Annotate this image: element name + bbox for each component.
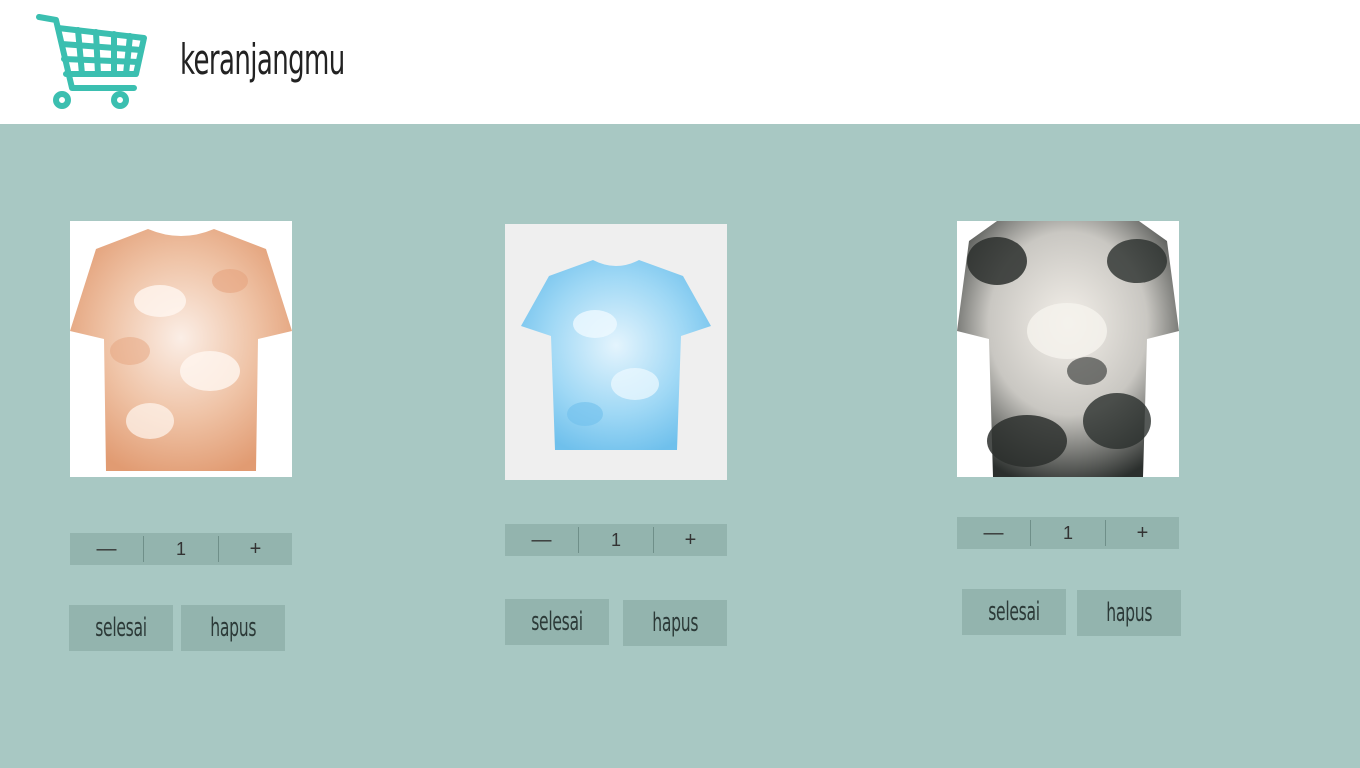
plus-icon[interactable]: + — [219, 533, 292, 565]
plus-icon[interactable]: + — [1106, 517, 1179, 549]
app-header: keranjangmu — [0, 0, 1360, 124]
product-image[interactable] — [505, 224, 727, 480]
cart-list: — 1 + selesai hapus — 1 + selesai hapus … — [0, 124, 1360, 768]
delete-button[interactable]: hapus — [623, 600, 727, 646]
product-image[interactable] — [957, 221, 1179, 477]
shopping-cart-icon[interactable] — [36, 14, 148, 110]
done-button-label: selesai — [95, 613, 147, 643]
quantity-value[interactable]: 1 — [1031, 517, 1105, 549]
tshirt-image — [957, 221, 1179, 477]
product-image[interactable] — [70, 221, 292, 477]
quantity-stepper: — 1 + — [70, 533, 292, 565]
delete-button[interactable]: hapus — [181, 605, 285, 651]
delete-button-label: hapus — [1106, 598, 1152, 628]
minus-icon[interactable]: — — [70, 533, 143, 565]
plus-icon[interactable]: + — [654, 524, 727, 556]
quantity-stepper: — 1 + — [957, 517, 1179, 549]
delete-button[interactable]: hapus — [1077, 590, 1181, 636]
tshirt-image — [521, 260, 711, 450]
done-button[interactable]: selesai — [962, 589, 1066, 635]
quantity-value[interactable]: 1 — [144, 533, 218, 565]
quantity-value[interactable]: 1 — [579, 524, 653, 556]
done-button[interactable]: selesai — [69, 605, 173, 651]
brand-title: keranjangmu — [180, 35, 345, 84]
delete-button-label: hapus — [210, 613, 256, 643]
done-button[interactable]: selesai — [505, 599, 609, 645]
delete-button-label: hapus — [652, 608, 698, 638]
quantity-stepper: — 1 + — [505, 524, 727, 556]
done-button-label: selesai — [531, 607, 583, 637]
minus-icon[interactable]: — — [957, 517, 1030, 549]
tshirt-image — [70, 229, 292, 471]
done-button-label: selesai — [988, 597, 1040, 627]
minus-icon[interactable]: — — [505, 524, 578, 556]
